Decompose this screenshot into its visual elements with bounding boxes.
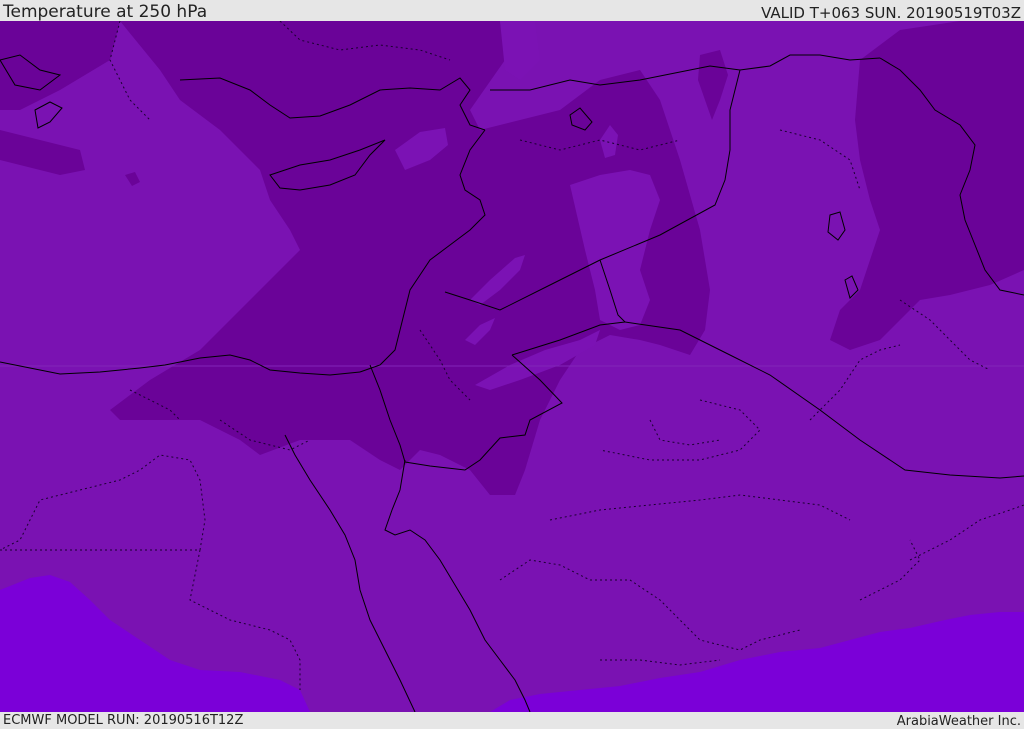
map-area[interactable] [0,21,1024,712]
map-title: Temperature at 250 hPa [3,2,208,22]
footer-bar: ECMWF MODEL RUN: 20190516T12Z ArabiaWeat… [0,712,1024,729]
header-bar: Temperature at 250 hPa VALID T+063 SUN. … [0,0,1024,21]
valid-time: VALID T+063 SUN. 20190519T03Z [761,4,1021,22]
temperature-map-svg [0,21,1024,712]
credit-text: ArabiaWeather Inc. [896,714,1021,729]
model-run: ECMWF MODEL RUN: 20190516T12Z [3,713,244,728]
